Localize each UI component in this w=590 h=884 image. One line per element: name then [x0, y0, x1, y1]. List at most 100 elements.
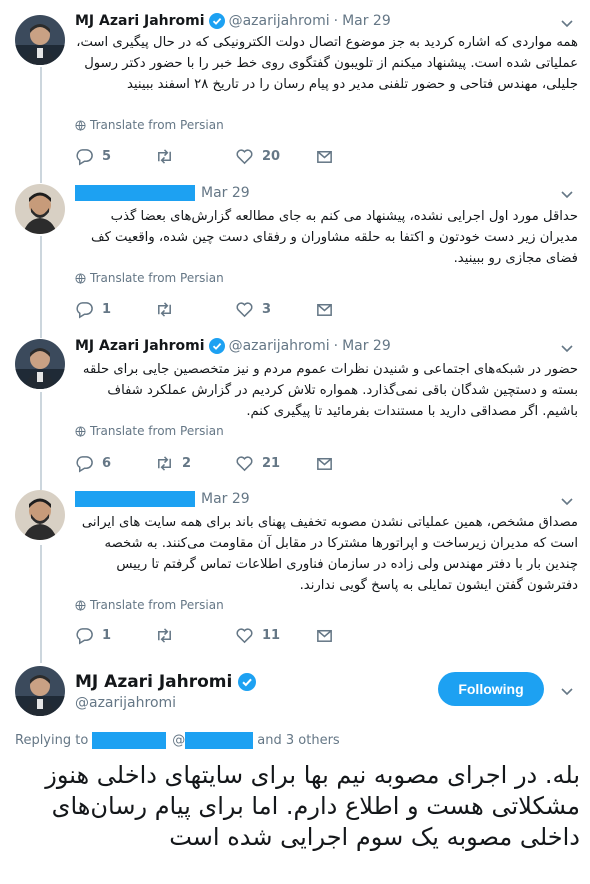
mention-at[interactable]: @: [172, 733, 185, 748]
message-button[interactable]: [315, 300, 342, 319]
translate-link[interactable]: Translate from Persian: [75, 271, 224, 285]
like-icon: [236, 302, 253, 318]
tweet-header: MJ Azari Jahromi @azarijahromi · Mar 29: [75, 336, 391, 356]
replying-others[interactable]: and 3 others: [257, 733, 339, 748]
avatar[interactable]: [15, 490, 65, 540]
message-button[interactable]: [315, 147, 342, 166]
globe-icon: [75, 119, 86, 131]
separator-dot: ·: [333, 13, 339, 29]
verified-icon: [208, 338, 225, 354]
display-name[interactable]: MJ Azari Jahromi: [75, 338, 205, 354]
tweet[interactable]: Mar 29 حداقل مورد اول اجرایی نشده، پیشنه…: [0, 175, 590, 330]
like-count: 11: [262, 628, 281, 643]
display-name[interactable]: MJ Azari Jahromi: [75, 13, 205, 29]
redacted-name: [75, 491, 195, 507]
timestamp[interactable]: Mar 29: [201, 185, 250, 201]
chevron-down-icon[interactable]: [560, 341, 574, 355]
globe-icon: [75, 272, 86, 284]
like-button[interactable]: 20: [235, 147, 280, 166]
redacted-name: [75, 185, 195, 201]
translate-label: Translate from Persian: [90, 118, 224, 132]
message-icon: [317, 457, 332, 470]
chevron-down-icon[interactable]: [560, 187, 574, 201]
reply-icon: [76, 149, 93, 166]
following-button[interactable]: Following: [438, 672, 544, 706]
translate-label: Translate from Persian: [90, 598, 224, 612]
like-button[interactable]: 3: [235, 300, 271, 319]
translate-link[interactable]: Translate from Persian: [75, 598, 224, 612]
like-icon: [236, 456, 253, 472]
chevron-down-icon[interactable]: [560, 494, 574, 508]
tweet-header: MJ Azari Jahromi @azarijahromi · Mar 29: [75, 11, 391, 31]
main-tweet-text: بله. در اجرای مصوبه نیم بها برای سایتهای…: [45, 761, 580, 851]
like-count: 20: [262, 149, 281, 164]
retweet-button[interactable]: [155, 300, 182, 319]
avatar[interactable]: [15, 15, 65, 65]
tweet-text: حضور در شبکه‌های اجتماعی و شنیدن نظرات ع…: [82, 362, 578, 419]
redacted-mention[interactable]: [185, 732, 254, 749]
retweet-icon: [158, 456, 171, 471]
reply-button[interactable]: 1: [75, 300, 111, 319]
main-display-name[interactable]: MJ Azari Jahromi: [75, 672, 232, 692]
main-avatar[interactable]: [15, 666, 65, 716]
retweet-button[interactable]: [155, 626, 182, 645]
reply-count: 1: [102, 302, 112, 317]
retweet-icon: [158, 628, 171, 643]
translate-label: Translate from Persian: [90, 271, 224, 285]
like-button[interactable]: 11: [235, 626, 280, 645]
tweet-text: همه مواردی که اشاره کردید به جز موضوع ات…: [76, 35, 578, 92]
timestamp[interactable]: Mar 29: [201, 491, 250, 507]
tweet[interactable]: MJ Azari Jahromi @azarijahromi · Mar 29 …: [0, 0, 590, 175]
replying-prefix: Replying to: [15, 733, 89, 748]
translate-link[interactable]: Translate from Persian: [75, 424, 224, 438]
main-tweet-header: MJ Azari Jahromi @azarijahromi: [75, 672, 260, 711]
chevron-down-icon[interactable]: [560, 684, 574, 698]
tweet[interactable]: Mar 29 مصداق مشخص، همین عملیاتی نشدن مصو…: [0, 485, 590, 655]
chevron-down-icon[interactable]: [560, 16, 574, 30]
reply-count: 5: [102, 149, 112, 164]
globe-icon: [75, 425, 86, 437]
message-button[interactable]: [315, 626, 342, 645]
reply-count: 6: [102, 456, 112, 471]
retweet-icon: [158, 302, 171, 317]
reply-button[interactable]: 6: [75, 454, 111, 473]
like-button[interactable]: 21: [235, 454, 280, 473]
tweet-header: Mar 29: [75, 489, 250, 509]
like-count: 21: [262, 456, 281, 471]
message-icon: [317, 629, 332, 642]
tweet-text: حداقل مورد اول اجرایی نشده، پیشنهاد می ک…: [90, 209, 578, 266]
reply-icon: [76, 628, 93, 645]
message-icon: [317, 303, 332, 316]
verified-icon: [208, 13, 225, 29]
message-button[interactable]: [315, 454, 342, 473]
separator-dot: ·: [333, 338, 339, 354]
reply-button[interactable]: 1: [75, 626, 111, 645]
like-icon: [236, 149, 253, 165]
verified-icon: [238, 673, 257, 691]
tweet-header: Mar 29: [75, 183, 250, 203]
reply-icon: [76, 456, 93, 473]
retweet-button[interactable]: [155, 147, 182, 166]
like-count: 3: [262, 302, 272, 317]
timestamp[interactable]: Mar 29: [342, 13, 391, 29]
tweet-text: مصداق مشخص، همین عملیاتی نشدن مصوبه تخفی…: [81, 515, 578, 593]
message-icon: [317, 150, 332, 163]
retweet-button[interactable]: 2: [155, 454, 191, 473]
retweet-icon: [158, 149, 171, 164]
avatar[interactable]: [15, 184, 65, 234]
timestamp[interactable]: Mar 29: [342, 338, 391, 354]
reply-button[interactable]: 5: [75, 147, 111, 166]
translate-label: Translate from Persian: [90, 424, 224, 438]
redacted-mention[interactable]: [92, 732, 167, 749]
avatar[interactable]: [15, 339, 65, 389]
main-handle[interactable]: @azarijahromi: [75, 695, 260, 711]
replying-to: Replying to @ and 3 others: [15, 732, 340, 749]
tweet[interactable]: MJ Azari Jahromi @azarijahromi · Mar 29 …: [0, 330, 590, 485]
handle[interactable]: @azarijahromi: [229, 338, 330, 354]
handle[interactable]: @azarijahromi: [229, 13, 330, 29]
translate-link[interactable]: Translate from Persian: [75, 118, 224, 132]
globe-icon: [75, 599, 86, 611]
like-icon: [236, 628, 253, 644]
reply-icon: [76, 302, 93, 319]
reply-count: 1: [102, 628, 112, 643]
